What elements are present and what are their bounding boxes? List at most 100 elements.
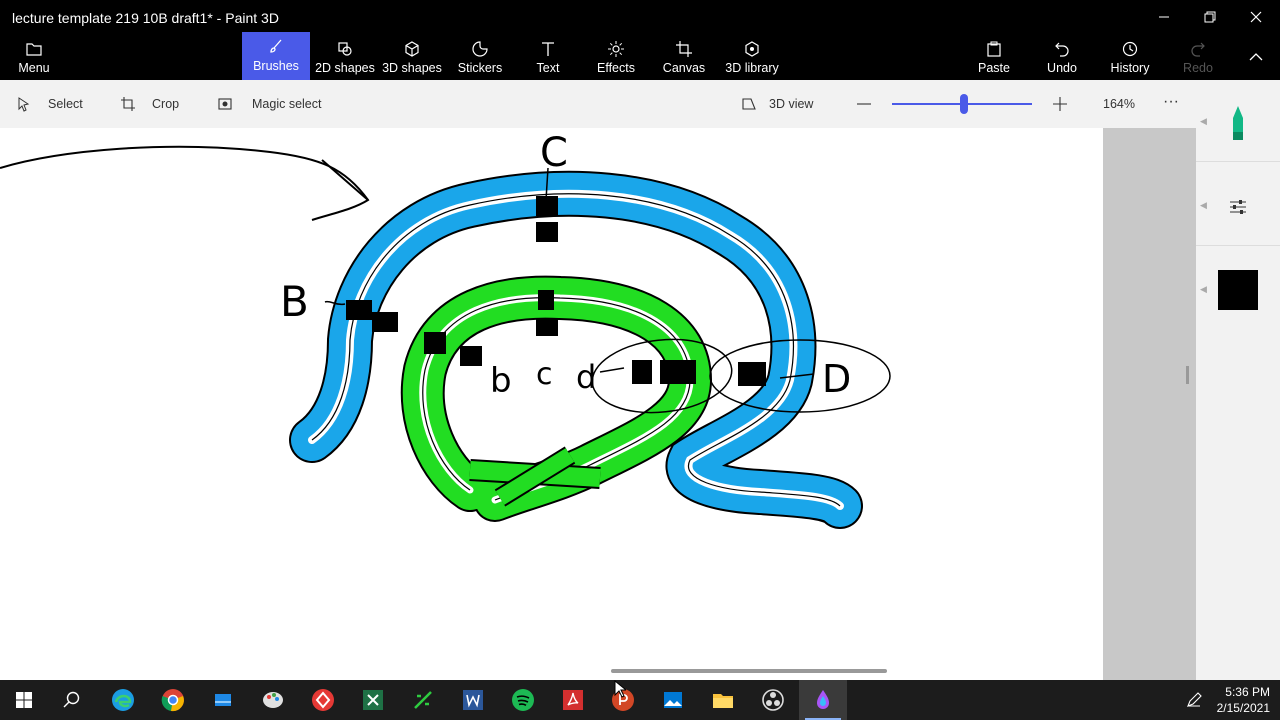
- chevron-left-icon: ◀: [1200, 116, 1207, 126]
- taskbar-photos[interactable]: [649, 680, 697, 720]
- taskbar-spotify[interactable]: [499, 680, 547, 720]
- tool-3d-library[interactable]: 3D library: [722, 34, 782, 80]
- taskbar-paint-3d[interactable]: [799, 680, 847, 720]
- taskbar-paint[interactable]: [249, 680, 297, 720]
- history-label: History: [1110, 61, 1150, 75]
- drawing-canvas[interactable]: C B b c d D: [0, 128, 1103, 680]
- zoom-in-button[interactable]: [1052, 94, 1068, 114]
- clock-date: 2/15/2021: [1216, 701, 1270, 715]
- taskbar-acrobat[interactable]: [549, 680, 597, 720]
- redo-label: Redo: [1183, 61, 1213, 75]
- magic-select-tool[interactable]: Magic select: [218, 94, 321, 114]
- chevron-up-icon: [1249, 53, 1263, 61]
- tool-2d-shapes-label: 2D shapes: [315, 61, 375, 75]
- label-b-lower: b: [490, 361, 512, 401]
- select-tool[interactable]: Select: [16, 94, 83, 114]
- label-d-upper: D: [822, 357, 851, 401]
- ribbon: Menu Brushes 2D shapes 3D shapes Sticker…: [0, 32, 1280, 80]
- pen-workspace-button[interactable]: [1170, 680, 1218, 720]
- undo-button[interactable]: Undo: [1044, 34, 1080, 80]
- canvas-icon: [676, 41, 692, 57]
- tool-3d-shapes[interactable]: 3D shapes: [380, 34, 444, 80]
- menu-button[interactable]: Menu: [6, 34, 62, 80]
- brush-preview-section[interactable]: ◀: [1196, 80, 1280, 162]
- tool-effects[interactable]: Effects: [592, 34, 640, 80]
- taskbar-chrome[interactable]: [149, 680, 197, 720]
- label-b-upper: B: [280, 277, 309, 326]
- zoom-out-button[interactable]: [856, 94, 872, 114]
- taskbar-obs[interactable]: [749, 680, 797, 720]
- horizontal-scrollbar[interactable]: [611, 669, 887, 673]
- paint-3d-icon: [817, 690, 829, 709]
- chevron-left-icon: ◀: [1200, 200, 1207, 210]
- taskbar-file-explorer[interactable]: [699, 680, 747, 720]
- taskbar: 5:36 PM 2/15/2021: [0, 680, 1280, 720]
- zoom-level[interactable]: 164%: [1103, 94, 1135, 114]
- 3d-view-label: 3D view: [769, 97, 814, 111]
- close-button[interactable]: [1233, 0, 1279, 34]
- 3d-library-icon: [745, 41, 759, 57]
- spotify-icon: [512, 689, 534, 711]
- system-clock[interactable]: 5:36 PM 2/15/2021: [1217, 684, 1270, 716]
- side-panel: ◀ ◀ ◀: [1196, 80, 1280, 680]
- 3d-view-toggle[interactable]: 3D view: [741, 94, 813, 114]
- knot-drawing: C B b c d D: [0, 130, 891, 529]
- minimize-button[interactable]: [1141, 0, 1187, 34]
- text-icon: [542, 42, 554, 56]
- word-icon: [463, 690, 483, 710]
- minimize-icon: [1159, 16, 1169, 18]
- label-d-lower: d: [576, 358, 596, 396]
- taskbar-excel[interactable]: [349, 680, 397, 720]
- windows-icon: [16, 692, 32, 708]
- history-button[interactable]: History: [1108, 34, 1152, 80]
- edge-icon: [112, 689, 134, 711]
- magic-select-icon: [218, 98, 232, 110]
- taskbar-snip[interactable]: [199, 680, 247, 720]
- title-bar: lecture template 219 10B draft1* - Paint…: [0, 0, 1280, 34]
- tool-canvas[interactable]: Canvas: [660, 34, 708, 80]
- vertical-scrollbar[interactable]: [1186, 366, 1189, 384]
- snipping-tool-icon: [215, 694, 231, 706]
- cursor-icon: [18, 97, 30, 112]
- start-button[interactable]: [0, 680, 48, 720]
- search-button[interactable]: [48, 680, 96, 720]
- more-options-button[interactable]: ···: [1163, 92, 1179, 112]
- taskbar-word[interactable]: [449, 680, 497, 720]
- paste-label: Paste: [978, 61, 1010, 75]
- selected-color-swatch[interactable]: [1218, 270, 1258, 310]
- tool-brushes[interactable]: Brushes: [242, 32, 310, 80]
- zoom-slider-thumb[interactable]: [960, 94, 968, 114]
- taskbar-sourcetree[interactable]: [399, 680, 447, 720]
- sliders-icon: [1230, 200, 1246, 214]
- crop-tool[interactable]: Crop: [120, 94, 179, 114]
- taskbar-edge[interactable]: [99, 680, 147, 720]
- tool-brushes-label: Brushes: [253, 59, 299, 73]
- select-label: Select: [48, 97, 83, 111]
- tool-text[interactable]: Text: [526, 34, 570, 80]
- collapse-ribbon-button[interactable]: [1244, 34, 1268, 80]
- plus-icon: [1053, 97, 1067, 111]
- acrobat-icon: [563, 690, 583, 710]
- chevron-left-icon: ◀: [1200, 284, 1207, 294]
- brush-settings-section[interactable]: ◀: [1196, 162, 1280, 246]
- paste-button[interactable]: Paste: [974, 34, 1014, 80]
- redo-button[interactable]: Redo: [1180, 34, 1216, 80]
- close-icon: [1250, 11, 1262, 23]
- 3d-view-icon: [742, 98, 756, 110]
- tool-3d-shapes-label: 3D shapes: [382, 61, 442, 75]
- excel-icon: [363, 690, 383, 710]
- tool-3d-library-label: 3D library: [725, 61, 779, 75]
- label-c-upper: C: [540, 130, 568, 176]
- folder-icon: [713, 694, 733, 708]
- tool-stickers[interactable]: Stickers: [452, 34, 508, 80]
- clipboard-icon: [987, 41, 1001, 57]
- label-c-lower: c: [536, 357, 553, 392]
- taskbar-anydesk[interactable]: [299, 680, 347, 720]
- chrome-icon: [161, 689, 184, 712]
- 2d-shapes-icon: [338, 42, 352, 56]
- restore-button[interactable]: [1187, 0, 1233, 34]
- restore-icon: [1204, 11, 1216, 23]
- history-icon: [1122, 41, 1138, 57]
- minus-icon: [857, 103, 871, 105]
- tool-2d-shapes[interactable]: 2D shapes: [312, 34, 378, 80]
